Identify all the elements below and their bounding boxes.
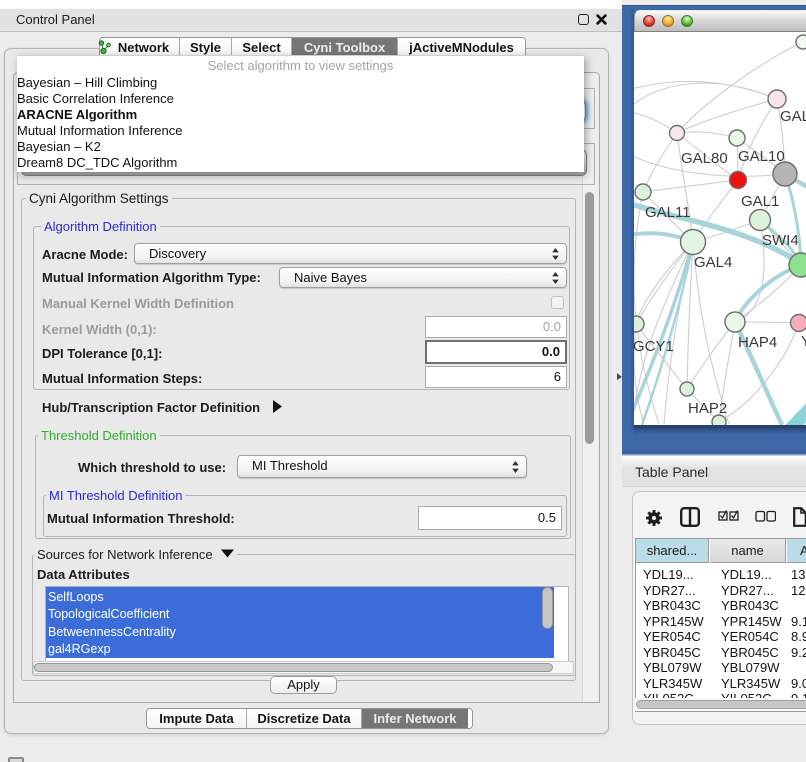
svg-text:GAL5: GAL5 <box>780 108 806 125</box>
svg-text:GCY1: GCY1 <box>634 338 674 355</box>
svg-text:HAP4: HAP4 <box>738 334 777 351</box>
svg-text:GAL80: GAL80 <box>681 150 728 167</box>
svg-text:GAL4: GAL4 <box>694 254 732 271</box>
svg-text:HAP2: HAP2 <box>688 400 727 417</box>
svg-text:GAL1: GAL1 <box>741 193 779 210</box>
svg-text:YM: YM <box>801 333 806 350</box>
svg-text:GAL10: GAL10 <box>738 148 785 165</box>
svg-text:GAL11: GAL11 <box>645 204 691 221</box>
svg-text:SWI4: SWI4 <box>762 232 799 249</box>
